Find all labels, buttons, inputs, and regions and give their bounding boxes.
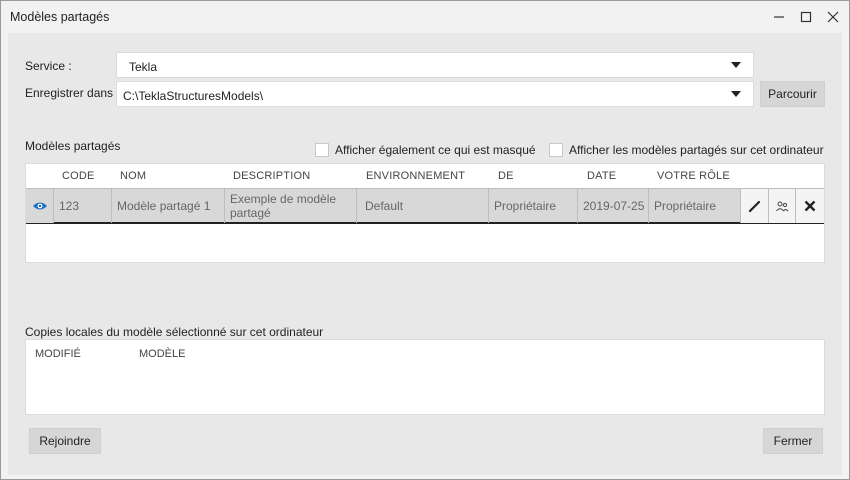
- save-in-select[interactable]: C:\TeklaStructuresModels\: [116, 81, 754, 107]
- cell-from: Propriétaire: [489, 189, 578, 223]
- column-header-environment[interactable]: ENVIRONNEMENT: [366, 170, 465, 182]
- service-value: Tekla: [129, 60, 158, 74]
- chevron-down-icon: [731, 62, 741, 68]
- cell-date: 2019-07-25: [578, 189, 649, 223]
- delete-button[interactable]: [796, 189, 824, 223]
- save-in-path: C:\TeklaStructuresModels\: [123, 89, 264, 103]
- edit-button[interactable]: [741, 189, 769, 223]
- service-label: Service :: [25, 59, 72, 73]
- table-row[interactable]: 123 Modèle partagé 1 Exemple de modèle p…: [26, 188, 824, 224]
- column-header-model[interactable]: MODÈLE: [139, 348, 185, 360]
- minimize-icon: [774, 16, 784, 18]
- minimize-button[interactable]: [766, 5, 792, 29]
- show-hidden-label: Afficher également ce qui est masqué: [335, 143, 536, 157]
- column-header-description[interactable]: DESCRIPTION: [233, 170, 310, 182]
- cell-name: Modèle partagé 1: [112, 189, 225, 223]
- title-bar: Modèles partagés: [1, 1, 849, 33]
- save-in-label: Enregistrer dans :: [25, 86, 120, 100]
- local-copies-table: MODIFIÉ MODÈLE: [25, 339, 825, 415]
- cell-code: 123: [54, 189, 112, 223]
- shared-models-window: Modèles partagés Service : Tekla Enregis…: [0, 0, 850, 480]
- close-icon: [827, 11, 839, 23]
- pencil-icon: [748, 200, 760, 213]
- cell-environment: Default: [357, 189, 489, 223]
- column-header-role[interactable]: VOTRE RÔLE: [657, 170, 730, 182]
- show-on-computer-label: Afficher les modèles partagés sur cet or…: [569, 143, 824, 157]
- maximize-icon: [800, 11, 812, 23]
- cell-description: Exemple de modèle partagé: [225, 189, 357, 223]
- column-header-modified[interactable]: MODIFIÉ: [35, 348, 81, 360]
- manage-users-button[interactable]: [769, 189, 796, 223]
- users-icon: [776, 201, 789, 212]
- column-header-from[interactable]: DE: [498, 170, 514, 182]
- chevron-down-icon: [731, 91, 741, 97]
- service-select[interactable]: Tekla: [116, 52, 754, 78]
- join-button[interactable]: Rejoindre: [29, 428, 101, 454]
- checkbox-box[interactable]: [315, 143, 329, 157]
- local-copies-title: Copies locales du modèle sélectionné sur…: [25, 325, 324, 339]
- checkbox-box[interactable]: [549, 143, 563, 157]
- column-header-date[interactable]: DATE: [587, 170, 616, 182]
- maximize-button[interactable]: [793, 5, 819, 29]
- close-window-button[interactable]: [820, 5, 846, 29]
- delete-icon: [804, 200, 816, 212]
- show-hidden-checkbox[interactable]: Afficher également ce qui est masqué: [315, 143, 536, 157]
- eye-icon: [32, 202, 47, 210]
- cell-role: Propriétaire: [649, 189, 741, 223]
- shared-models-table: CODE NOM DESCRIPTION ENVIRONNEMENT DE DA…: [25, 163, 825, 263]
- browse-button[interactable]: Parcourir: [760, 81, 825, 107]
- show-on-computer-checkbox[interactable]: Afficher les modèles partagés sur cet or…: [549, 143, 824, 157]
- window-title: Modèles partagés: [10, 10, 110, 24]
- column-header-name[interactable]: NOM: [120, 170, 146, 182]
- column-header-code[interactable]: CODE: [62, 170, 95, 182]
- dialog-content: Service : Tekla Enregistrer dans : C:\Te…: [8, 33, 842, 475]
- visibility-toggle[interactable]: [26, 189, 54, 223]
- shared-models-title: Modèles partagés: [25, 139, 121, 153]
- close-button[interactable]: Fermer: [763, 428, 823, 454]
